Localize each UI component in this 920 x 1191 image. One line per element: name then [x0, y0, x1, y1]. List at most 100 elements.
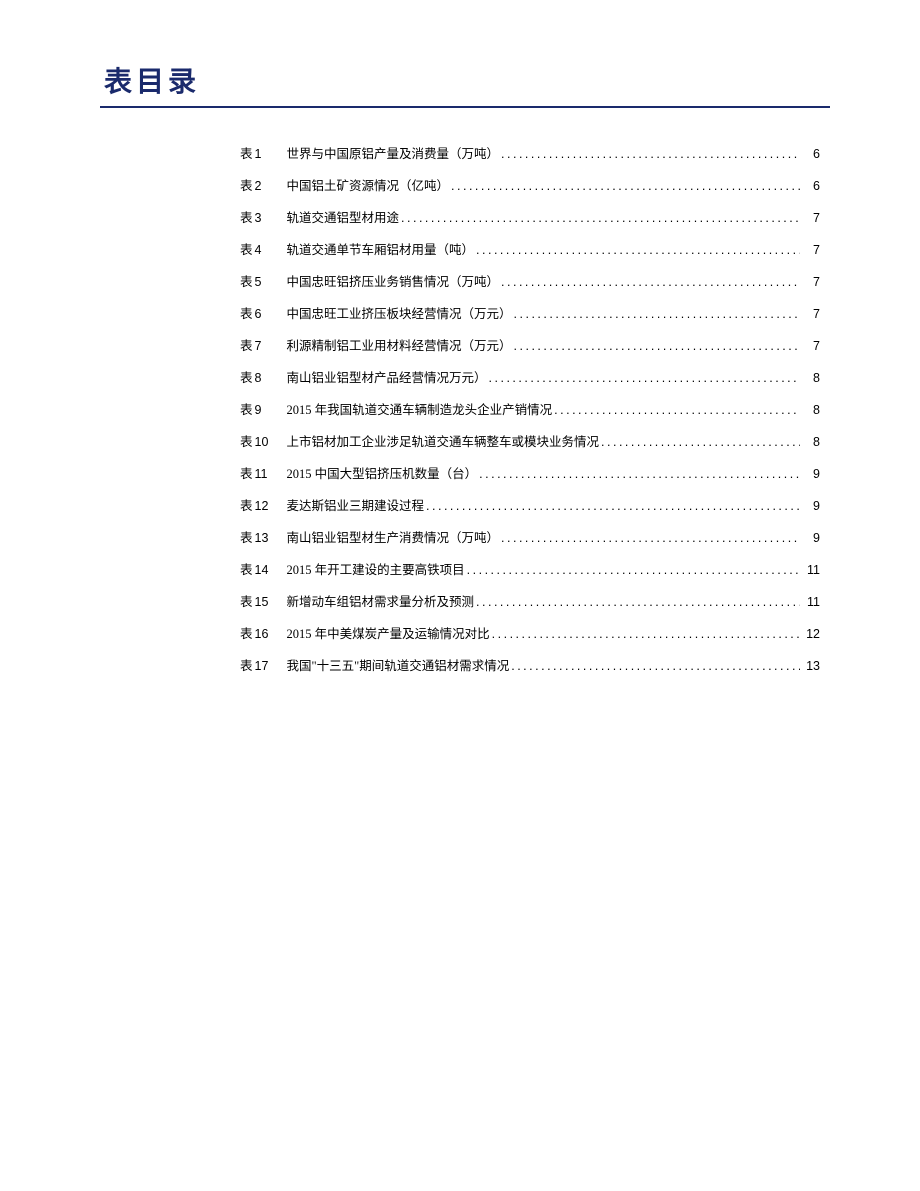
toc-leader-dots: ........................................…	[501, 532, 800, 545]
toc-leader-dots: ........................................…	[514, 308, 800, 321]
toc-entry-number: 1	[255, 148, 269, 161]
toc-entry-title: 中国忠旺铝挤压业务销售情况（万吨）	[287, 276, 500, 289]
toc-entry[interactable]: 表17我国"十三五"期间轨道交通铝材需求情况..................…	[240, 660, 820, 692]
toc-entry-title: 2015 中国大型铝挤压机数量（台）	[287, 468, 478, 481]
toc-entry-title: 2015 年我国轨道交通车辆制造龙头企业产销情况	[287, 404, 553, 417]
toc-entry-prefix: 表	[240, 276, 253, 289]
toc-entry[interactable]: 表6 中国忠旺工业挤压板块经营情况（万元）....................…	[240, 308, 820, 340]
toc-entry-prefix: 表	[240, 532, 253, 545]
toc-entry-page: 7	[802, 340, 820, 353]
toc-entry-prefix: 表	[240, 628, 253, 641]
toc-entry[interactable]: 表2中国铝土矿资源情况（亿吨）.........................…	[240, 180, 820, 212]
toc-entry-number: 12	[255, 500, 269, 513]
toc-entry-prefix: 表	[240, 564, 253, 577]
toc-entry-number: 6	[255, 308, 269, 321]
toc-leader-dots: ........................................…	[451, 180, 800, 193]
toc-leader-dots: ........................................…	[489, 372, 800, 385]
toc-entry-page: 7	[802, 308, 820, 321]
toc-leader-dots: ........................................…	[476, 596, 800, 609]
toc-entry-number: 10	[255, 436, 269, 449]
toc-entry-title: 南山铝业铝型材产品经营情况万元）	[287, 372, 487, 385]
toc-entry-number: 11	[255, 468, 269, 481]
toc-entry-title: 2015 年中美煤炭产量及运输情况对比	[287, 628, 490, 641]
toc-entry-title: 我国"十三五"期间轨道交通铝材需求情况	[287, 660, 510, 673]
toc-entry[interactable]: 表7利源精制铝工业用材料经营情况（万元）....................…	[240, 340, 820, 372]
toc-leader-dots: ........................................…	[426, 500, 800, 513]
toc-leader-dots: ........................................…	[501, 276, 800, 289]
toc-entry-prefix: 表	[240, 436, 253, 449]
toc-entry[interactable]: 表3 轨道交通铝型材用途.............................…	[240, 212, 820, 244]
toc-entry-number: 14	[255, 564, 269, 577]
toc-entry-page: 11	[802, 596, 820, 609]
toc-entry-title: 南山铝业铝型材生产消费情况（万吨）	[287, 532, 500, 545]
toc-entry-title: 轨道交通铝型材用途	[287, 212, 400, 225]
toc-entry-prefix: 表	[240, 244, 253, 257]
toc-entry-page: 7	[802, 276, 820, 289]
toc-entry-page: 9	[802, 532, 820, 545]
toc-entry-page: 9	[802, 468, 820, 481]
toc-entry[interactable]: 表13 南山铝业铝型材生产消费情况（万吨）....................…	[240, 532, 820, 564]
toc-entry-title: 中国铝土矿资源情况（亿吨）	[287, 180, 450, 193]
toc-entry-page: 6	[802, 148, 820, 161]
toc-entry[interactable]: 表8南山铝业铝型材产品经营情况万元）......................…	[240, 372, 820, 404]
toc-entry[interactable]: 表1 世界与中国原铝产量及消费量（万吨）.....................…	[240, 148, 820, 180]
toc-entry-prefix: 表	[240, 212, 253, 225]
toc-entry[interactable]: 表15新增动车组铝材需求量分析及预测......................…	[240, 596, 820, 628]
toc-entry-title: 利源精制铝工业用材料经营情况（万元）	[287, 340, 512, 353]
toc-entry-title: 轨道交通单节车厢铝材用量（吨）	[287, 244, 475, 257]
toc-leader-dots: ........................................…	[492, 628, 800, 641]
toc-entry-page: 7	[802, 244, 820, 257]
toc-entry[interactable]: 表10 上市铝材加工企业涉足轨道交通车辆整车或模块业务情况............…	[240, 436, 820, 468]
toc-entry-prefix: 表	[240, 148, 253, 161]
toc-entry-title: 世界与中国原铝产量及消费量（万吨）	[287, 148, 500, 161]
heading-divider	[100, 106, 830, 108]
toc-entry-number: 15	[255, 596, 269, 609]
toc-entry-number: 8	[255, 372, 269, 385]
toc-entry-number: 13	[255, 532, 269, 545]
toc-entry-prefix: 表	[240, 500, 253, 513]
toc-entry-page: 7	[802, 212, 820, 225]
toc-entry[interactable]: 表9 2015 年我国轨道交通车辆制造龙头企业产销情况..............…	[240, 404, 820, 436]
toc-entry-page: 9	[802, 500, 820, 513]
toc-entry[interactable]: 表14 2015 年开工建设的主要高铁项目....................…	[240, 564, 820, 596]
toc-entry-page: 13	[802, 660, 820, 673]
toc-leader-dots: ........................................…	[501, 148, 800, 161]
toc-leader-dots: ........................................…	[554, 404, 800, 417]
toc-entry-page: 12	[802, 628, 820, 641]
toc-entry-title: 2015 年开工建设的主要高铁项目	[287, 564, 465, 577]
toc-entry-number: 9	[255, 404, 269, 417]
toc-entry-number: 3	[255, 212, 269, 225]
toc-leader-dots: ........................................…	[476, 244, 800, 257]
toc-entry[interactable]: 表5 中国忠旺铝挤压业务销售情况（万吨）.....................…	[240, 276, 820, 308]
toc-leader-dots: ........................................…	[401, 212, 800, 225]
toc-leader-dots: ........................................…	[479, 468, 800, 481]
toc-entry-prefix: 表	[240, 340, 253, 353]
toc-entry-page: 8	[802, 404, 820, 417]
toc-entry[interactable]: 表11 2015 中国大型铝挤压机数量（台）...................…	[240, 468, 820, 500]
toc-entry-title: 上市铝材加工企业涉足轨道交通车辆整车或模块业务情况	[287, 436, 600, 449]
toc-entry-number: 5	[255, 276, 269, 289]
toc-entry-prefix: 表	[240, 404, 253, 417]
toc-entry[interactable]: 表162015 年中美煤炭产量及运输情况对比..................…	[240, 628, 820, 660]
toc-entry-page: 11	[802, 564, 820, 577]
toc-entry-page: 8	[802, 436, 820, 449]
toc-leader-dots: ........................................…	[601, 436, 800, 449]
toc-entry-prefix: 表	[240, 180, 253, 193]
toc-entry-prefix: 表	[240, 308, 253, 321]
toc-entry-prefix: 表	[240, 660, 253, 673]
toc-entry-prefix: 表	[240, 372, 253, 385]
toc-entry-page: 6	[802, 180, 820, 193]
toc-entry-page: 8	[802, 372, 820, 385]
toc-entry-title: 中国忠旺工业挤压板块经营情况（万元）	[287, 308, 512, 321]
toc-leader-dots: ........................................…	[467, 564, 800, 577]
toc-heading: 表目录	[100, 60, 830, 100]
toc-leader-dots: ........................................…	[511, 660, 800, 673]
toc-entry[interactable]: 表4 轨道交通单节车厢铝材用量（吨）.......................…	[240, 244, 820, 276]
toc-leader-dots: ........................................…	[514, 340, 800, 353]
toc-entry-number: 4	[255, 244, 269, 257]
toc-entry-title: 麦达斯铝业三期建设过程	[287, 500, 425, 513]
toc-entry-title: 新增动车组铝材需求量分析及预测	[287, 596, 475, 609]
toc-entry[interactable]: 表12 麦达斯铝业三期建设过程..........................…	[240, 500, 820, 532]
toc-entry-number: 7	[255, 340, 269, 353]
toc-entry-prefix: 表	[240, 468, 253, 481]
